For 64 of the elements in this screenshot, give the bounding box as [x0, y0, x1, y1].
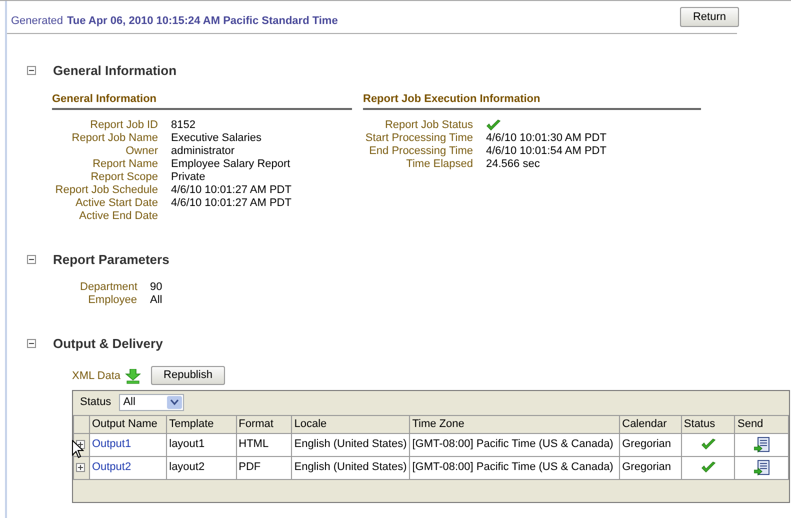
table-cell: [GMT-08:00] Pacific Time (US & Canada) [410, 433, 620, 456]
subsection-heading: Report Job Execution Information [363, 92, 701, 110]
field-label: Report Job Status [384, 118, 473, 132]
return-button[interactable]: Return [680, 7, 739, 27]
field-value: Employee Salary Report [171, 158, 290, 170]
table-cell: Gregorian [620, 433, 682, 456]
table-cell: HTML [236, 433, 292, 456]
field-label: Report Scope [90, 170, 158, 184]
table-cell: PDF [236, 456, 292, 479]
column-header: Time Zone [410, 415, 620, 433]
field-value: Private [171, 170, 206, 184]
field-label: Active Start Date [74, 196, 158, 210]
filter-label: Status [80, 395, 112, 410]
field-value: administrator [171, 144, 235, 158]
field-label: Owner [124, 144, 158, 158]
field-value: 4/6/10 10:01:30 AM PDT [486, 132, 606, 144]
collapse-icon[interactable] [27, 66, 36, 76]
table-cell: layout2 [166, 456, 236, 479]
section-heading: Report Parameters [53, 250, 170, 269]
collapse-icon[interactable] [27, 254, 36, 264]
column-header: Status [681, 415, 735, 433]
field-label: Report Job Schedule [54, 184, 158, 196]
field-value: 8152 [171, 118, 196, 132]
download-icon[interactable] [124, 368, 141, 384]
xml-data-label: XML Data [72, 369, 121, 384]
field-label: Start Processing Time [364, 132, 473, 144]
mouse-cursor-icon [72, 440, 84, 459]
field-label: Department [80, 281, 137, 294]
send-document-icon[interactable] [754, 436, 770, 452]
column-header: Calendar [620, 415, 682, 433]
column-header: Send [734, 415, 788, 433]
field-value: Executive Salaries [171, 132, 262, 144]
field-value: All [150, 294, 162, 307]
field-value: 4/6/10 10:01:27 AM PDT [171, 184, 292, 196]
field-label: End Processing Time [368, 144, 473, 158]
section-heading: Output & Delivery [53, 335, 163, 353]
field-label: Report Job ID [89, 118, 158, 132]
table-cell: layout1 [166, 433, 236, 456]
republish-button[interactable]: Republish [150, 366, 226, 384]
send-document-icon[interactable] [754, 460, 770, 476]
table-cell: English (United States) [292, 456, 410, 479]
field-label: Employee [87, 294, 137, 307]
generated-label: Generated [11, 14, 63, 28]
field-value: 24.566 sec [486, 158, 540, 170]
section-heading: General Information [53, 62, 177, 80]
column-header: Template [166, 415, 236, 433]
subsection-heading: General Information [52, 92, 352, 110]
column-header: Locale [292, 415, 410, 433]
field-value: 90 [150, 281, 162, 294]
field-label: Active End Date [78, 210, 158, 222]
column-header: Format [236, 415, 292, 433]
generated-timestamp: Tue Apr 06, 2010 10:15:24 AM Pacific Standard Time [66, 14, 338, 28]
collapse-icon[interactable] [27, 339, 36, 348]
field-value: 4/6/10 10:01:27 AM PDT [171, 196, 292, 210]
table-cell: [GMT-08:00] Pacific Time (US & Canada) [410, 456, 620, 479]
field-label: Time Elapsed [405, 158, 473, 170]
table-cell: Gregorian [620, 456, 682, 479]
status-select[interactable]: All [119, 394, 184, 411]
column-header: Output Name [89, 415, 167, 433]
table-cell: English (United States) [292, 433, 410, 456]
field-label: Report Job Name [70, 132, 158, 144]
field-value: 4/6/10 10:01:54 AM PDT [486, 144, 606, 158]
expand-icon[interactable] [76, 463, 85, 472]
field-label: Report Name [92, 158, 158, 170]
